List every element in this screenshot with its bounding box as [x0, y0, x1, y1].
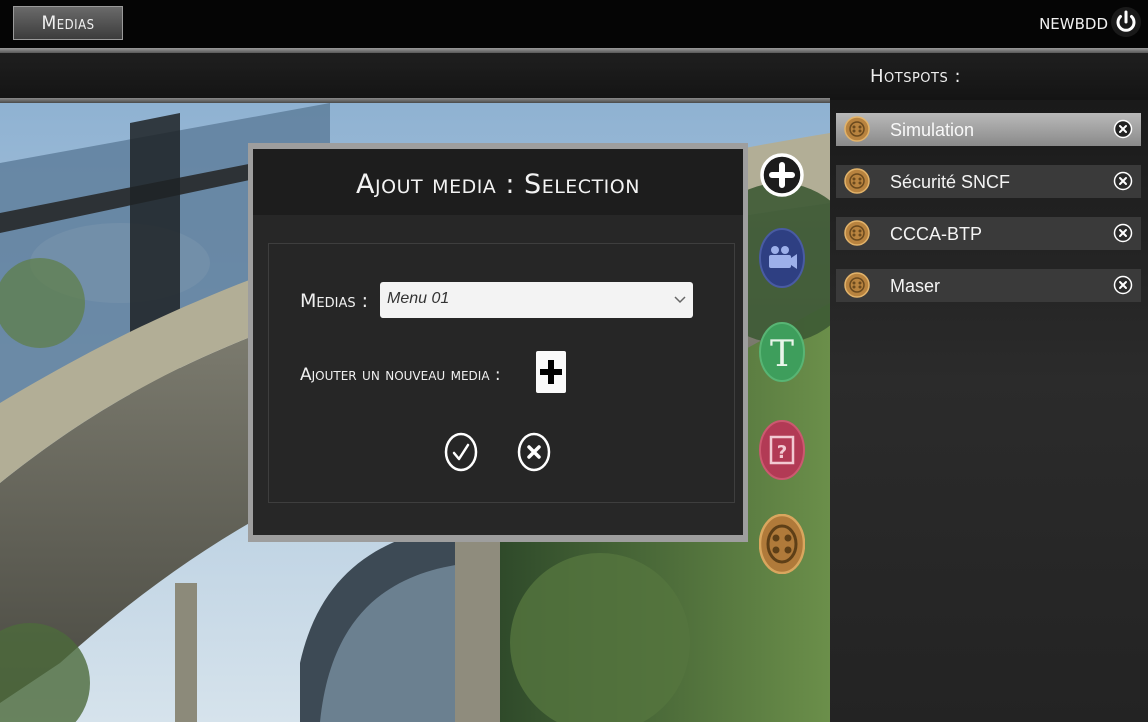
confirm-button[interactable] — [444, 432, 478, 472]
top-bar — [0, 0, 1148, 48]
secondary-bar-divider — [0, 98, 830, 103]
hotspot-medallion-icon — [844, 272, 870, 298]
hotspot-label: Maser — [890, 276, 941, 296]
hotspot-medallion-icon — [758, 513, 806, 575]
medias-tab[interactable]: Medias — [13, 6, 123, 40]
hotspot-medallion-icon — [844, 116, 870, 142]
hotspot-item-simulation[interactable]: Simulation — [836, 113, 1141, 146]
power-icon — [1111, 7, 1141, 37]
add-new-media-label: Ajouter un nouveau media : — [300, 365, 501, 385]
plus-icon — [540, 360, 562, 384]
dialog-title: Ajout media : Selection — [356, 169, 640, 200]
cancel-button[interactable] — [517, 432, 551, 472]
close-icon[interactable] — [1113, 119, 1133, 139]
user-name: NEWBDD — [1039, 15, 1108, 33]
close-icon[interactable] — [1113, 171, 1133, 191]
add-media-dialog: Ajout media : Selection — [248, 143, 748, 542]
add-new-media-button[interactable] — [536, 351, 566, 393]
secondary-bar — [0, 53, 1148, 100]
dialog-inner: Ajout media : Selection — [253, 149, 743, 535]
svg-text:T: T — [770, 334, 794, 375]
hotspot-label: Sécurité SNCF — [890, 172, 1011, 192]
hotspot-medallion-icon — [844, 220, 870, 246]
video-tool-button[interactable] — [759, 228, 805, 288]
plus-circle-icon — [760, 153, 804, 197]
hotspot-item-maser[interactable]: Maser — [836, 269, 1141, 302]
medias-select[interactable]: Menu 01 — [380, 282, 693, 318]
hotspot-item-ccca-btp[interactable]: CCCA-BTP — [836, 217, 1141, 250]
power-button[interactable] — [1110, 6, 1142, 38]
hotspot-label: CCCA-BTP — [890, 224, 983, 244]
medias-label: Medias : — [300, 290, 369, 312]
close-icon[interactable] — [1113, 275, 1133, 295]
hotspot-tool-button[interactable] — [758, 513, 806, 575]
close-icon[interactable] — [1113, 223, 1133, 243]
text-t-icon: T — [759, 322, 805, 382]
chevron-down-icon — [674, 296, 686, 304]
check-icon — [444, 432, 478, 472]
quiz-tool-button[interactable]: ? — [759, 420, 805, 480]
text-tool-button[interactable]: T — [759, 322, 805, 382]
video-camera-icon — [759, 228, 805, 288]
medias-select-value: Menu 01 — [387, 290, 450, 307]
hotspot-item-securite-sncf[interactable]: Sécurité SNCF — [836, 165, 1141, 198]
hotspot-label: Simulation — [890, 120, 975, 140]
add-tool-button[interactable] — [759, 152, 805, 198]
hotspots-title: Hotspots : — [870, 66, 962, 87]
svg-text:?: ? — [777, 442, 787, 463]
hotspot-medallion-icon — [844, 168, 870, 194]
close-icon — [517, 432, 551, 472]
question-icon: ? — [759, 420, 805, 480]
